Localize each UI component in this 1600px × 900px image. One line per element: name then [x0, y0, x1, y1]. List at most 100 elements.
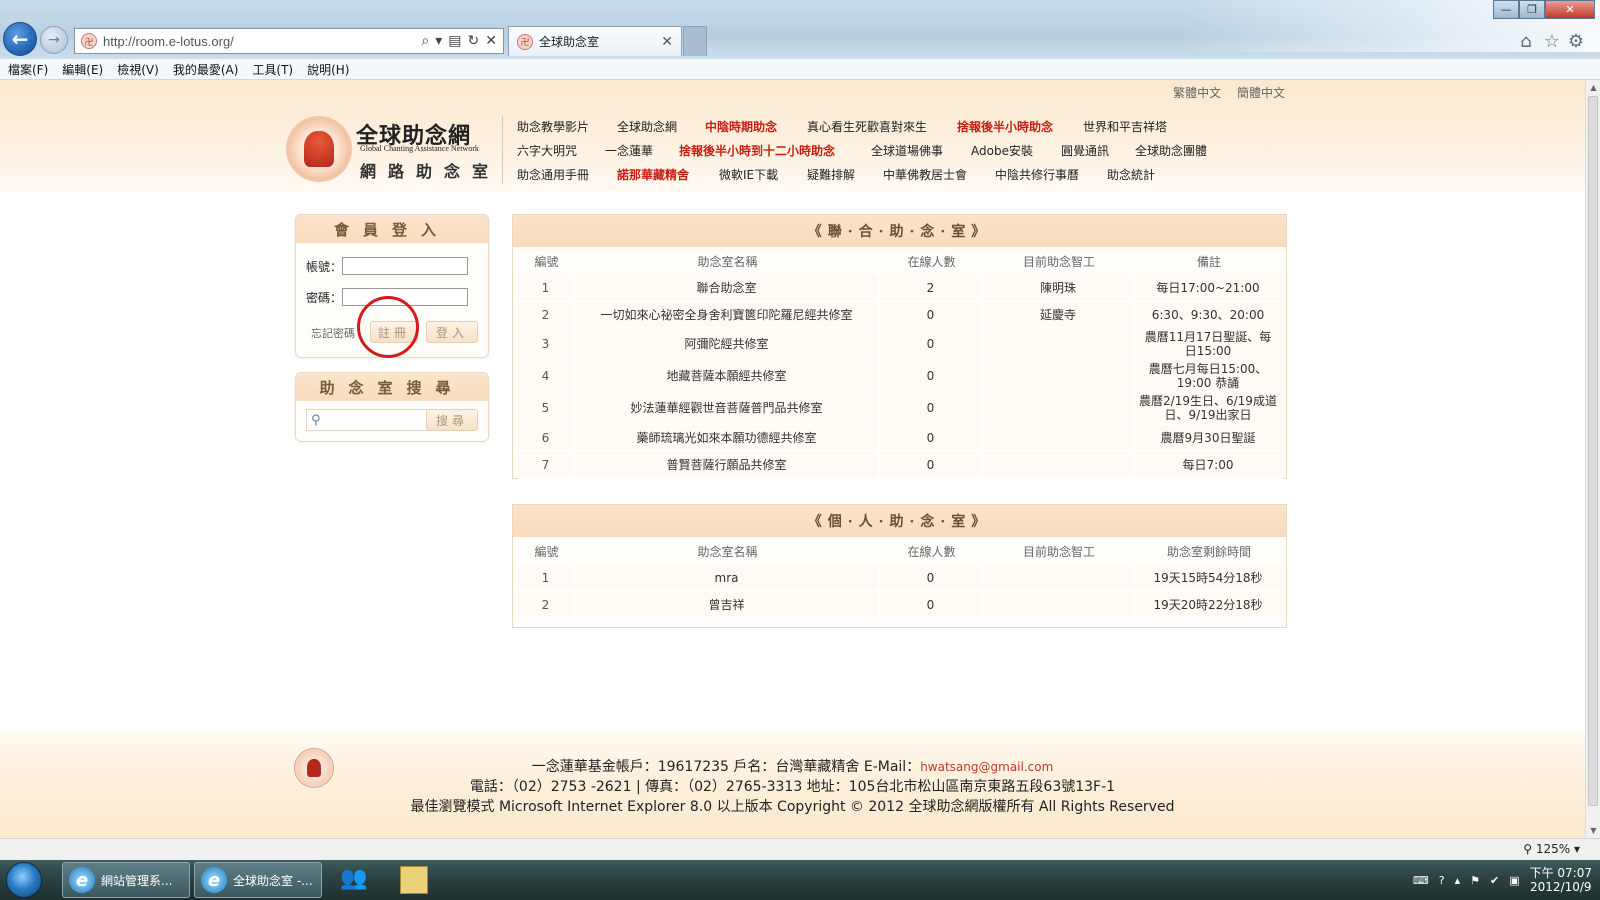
zoom-dropdown-icon[interactable]: ▾	[1574, 842, 1580, 856]
scroll-up-arrow-icon[interactable]: ▲	[1586, 80, 1600, 95]
taskbar-ie-window-1[interactable]: e 網站管理系...	[62, 862, 190, 898]
nav-link-1-2[interactable]: 全球助念網	[617, 118, 677, 135]
menu-help[interactable]: 說明(H)	[307, 61, 349, 78]
settings-gear-icon[interactable]: ⚙	[1566, 32, 1586, 52]
room-search-button[interactable]: 搜尋	[426, 409, 478, 431]
cell-number: 4	[518, 361, 575, 393]
nav-link-2-1[interactable]: 六字大明咒	[517, 142, 577, 159]
home-icon[interactable]: ⌂	[1516, 32, 1536, 52]
nav-link-2-3[interactable]: 捨報後半小時到十二小時助念	[679, 142, 835, 159]
nav-link-3-3[interactable]: 微軟IE下載	[719, 166, 778, 183]
table-row[interactable]: 4 地藏菩薩本願經共修室 0 農曆七月每日15:00、19:00 恭誦	[518, 361, 1283, 393]
login-button[interactable]: 登入	[426, 321, 478, 343]
menu-bar: 檔案(F) 編輯(E) 檢視(V) 我的最愛(A) 工具(T) 說明(H)	[0, 59, 1600, 80]
cell-room-name[interactable]: 妙法蓮華經觀世音菩薩普門品共修室	[575, 393, 880, 425]
lang-simplified-link[interactable]: 簡體中文	[1237, 86, 1285, 100]
new-tab-button[interactable]	[683, 26, 707, 56]
room-search-input[interactable]	[324, 411, 421, 429]
site-logo-icon[interactable]	[286, 116, 352, 182]
table-row[interactable]: 1 聯合助念室 2 陳明珠 每日17:00~21:00	[518, 275, 1283, 302]
window-close-button[interactable]: ✕	[1545, 0, 1595, 19]
menu-view[interactable]: 檢視(V)	[117, 61, 159, 78]
security-icon[interactable]: ✔	[1490, 874, 1499, 887]
nav-link-3-7[interactable]: 助念統計	[1107, 166, 1155, 183]
table-row[interactable]: 6 藥師琉璃光如來本願功德經共修室 0 農曆9月30日聖誕	[518, 425, 1283, 452]
scroll-down-arrow-icon[interactable]: ▼	[1586, 823, 1600, 838]
compat-view-icon[interactable]: ▤	[448, 33, 461, 49]
stop-icon[interactable]: ✕	[485, 33, 497, 49]
table-row[interactable]: 3 阿彌陀經共修室 0 農曆11月17日聖誕、每日15:00	[518, 329, 1283, 361]
table-row[interactable]: 5 妙法蓮華經觀世音菩薩普門品共修室 0 農曆2/19生日、6/19成道日、9/…	[518, 393, 1283, 425]
col-header-number: 編號	[534, 254, 559, 269]
tab-close-icon[interactable]: ✕	[661, 34, 673, 50]
col-header-volunteer: 目前助念智工	[1022, 254, 1095, 269]
nav-link-3-6[interactable]: 中陰共修行事曆	[995, 166, 1079, 183]
back-button[interactable]: ←	[3, 22, 37, 56]
cell-room-name[interactable]: mra	[575, 565, 880, 592]
table-row[interactable]: 2 曾吉祥 0 19天20時22分18秒	[518, 592, 1283, 619]
volume-icon[interactable]: ▣	[1509, 874, 1519, 887]
menu-favorites[interactable]: 我的最愛(A)	[173, 61, 239, 78]
tray-expand-icon[interactable]: ▴	[1455, 874, 1461, 887]
cell-room-name[interactable]: 藥師琉璃光如來本願功德經共修室	[575, 425, 880, 452]
table-row[interactable]: 7 普賢菩薩行願品共修室 0 每日7:00	[518, 452, 1283, 479]
zoom-value: 125%	[1535, 842, 1571, 856]
table-row[interactable]: 2 一切如來心祕密全身舍利寶篋印陀羅尼經共修室 0 延慶寺 6:30、9:30、…	[518, 302, 1283, 329]
nav-link-1-4[interactable]: 真心看生死歡喜對來生	[807, 118, 927, 135]
nav-link-2-5[interactable]: Adobe安裝	[971, 142, 1033, 159]
password-input[interactable]	[342, 288, 468, 306]
nav-link-2-2[interactable]: 一念蓮華	[605, 142, 653, 159]
nav-link-1-3[interactable]: 中陰時期助念	[705, 118, 777, 135]
vertical-scrollbar[interactable]: ▲ ▼	[1585, 80, 1600, 838]
refresh-icon[interactable]: ↻	[468, 33, 480, 49]
account-input[interactable]	[342, 257, 468, 275]
register-button[interactable]: 註冊	[370, 321, 418, 343]
cell-room-name[interactable]: 普賢菩薩行願品共修室	[575, 452, 880, 479]
search-icon[interactable]: ⌕	[421, 33, 429, 49]
tab-title: 全球助念室	[539, 35, 600, 49]
nav-link-2-6[interactable]: 圓覺通訊	[1061, 142, 1109, 159]
scrollbar-thumb[interactable]	[1588, 96, 1598, 806]
taskbar-ie-window-2[interactable]: e 全球助念室 -...	[194, 862, 322, 898]
nav-link-1-6[interactable]: 世界和平吉祥塔	[1083, 118, 1167, 135]
users-app-icon[interactable]: 👥	[340, 866, 368, 894]
menu-edit[interactable]: 編輯(E)	[62, 61, 103, 78]
network-icon[interactable]: ⚑	[1470, 874, 1480, 887]
footer-email-link[interactable]: hwatsang@gmail.com	[920, 760, 1053, 774]
nav-link-1-1[interactable]: 助念教學影片	[517, 118, 589, 135]
favorites-star-icon[interactable]: ☆	[1542, 32, 1562, 52]
cell-room-name[interactable]: 一切如來心祕密全身舍利寶篋印陀羅尼經共修室	[575, 302, 880, 329]
nav-link-3-4[interactable]: 疑難排解	[807, 166, 855, 183]
nav-link-3-5[interactable]: 中華佛教居士會	[883, 166, 967, 183]
cell-room-name[interactable]: 阿彌陀經共修室	[575, 329, 880, 361]
keyboard-icon[interactable]: ⌨	[1413, 874, 1429, 887]
start-button-icon[interactable]	[6, 862, 42, 898]
window-minimize-button[interactable]: —	[1493, 0, 1519, 19]
window-maximize-button[interactable]: ❐	[1519, 0, 1545, 19]
room-search-field[interactable]: ⚲	[306, 409, 430, 431]
cell-online: 0	[880, 302, 983, 329]
forgot-password-link[interactable]: 忘記密碼	[311, 325, 355, 341]
forward-button[interactable]: →	[40, 26, 68, 54]
nav-link-3-1[interactable]: 助念通用手冊	[517, 166, 589, 183]
nav-link-3-2[interactable]: 諾那華藏精舍	[617, 166, 689, 183]
cell-room-name[interactable]: 聯合助念室	[575, 275, 880, 302]
dropdown-icon[interactable]: ▾	[435, 33, 442, 49]
address-bar[interactable]: 卍 http://room.e-lotus.org/ ⌕ ▾ ▤ ↻ ✕	[74, 28, 504, 54]
address-url[interactable]: http://room.e-lotus.org/	[103, 34, 421, 49]
cell-room-name[interactable]: 地藏菩薩本願經共修室	[575, 361, 880, 393]
nav-link-1-5[interactable]: 捨報後半小時助念	[957, 118, 1053, 135]
table-row[interactable]: 1 mra 0 19天15時54分18秒	[518, 565, 1283, 592]
sticky-app-icon[interactable]	[400, 866, 428, 894]
cell-room-name[interactable]: 曾吉祥	[575, 592, 880, 619]
lang-traditional-link[interactable]: 繁體中文	[1173, 86, 1221, 100]
browser-tab-active[interactable]: 卍 全球助念室 ✕	[508, 26, 682, 56]
help-icon[interactable]: ?	[1439, 874, 1445, 887]
nav-link-2-7[interactable]: 全球助念團體	[1135, 142, 1207, 159]
system-clock[interactable]: 下午 07:07 2012/10/9	[1530, 866, 1592, 894]
cell-volunteer	[983, 452, 1135, 479]
zoom-level[interactable]: ⚲ 125% ▾	[1523, 842, 1580, 856]
nav-link-2-4[interactable]: 全球道場佛事	[871, 142, 943, 159]
menu-file[interactable]: 檔案(F)	[8, 61, 48, 78]
menu-tools[interactable]: 工具(T)	[252, 61, 293, 78]
